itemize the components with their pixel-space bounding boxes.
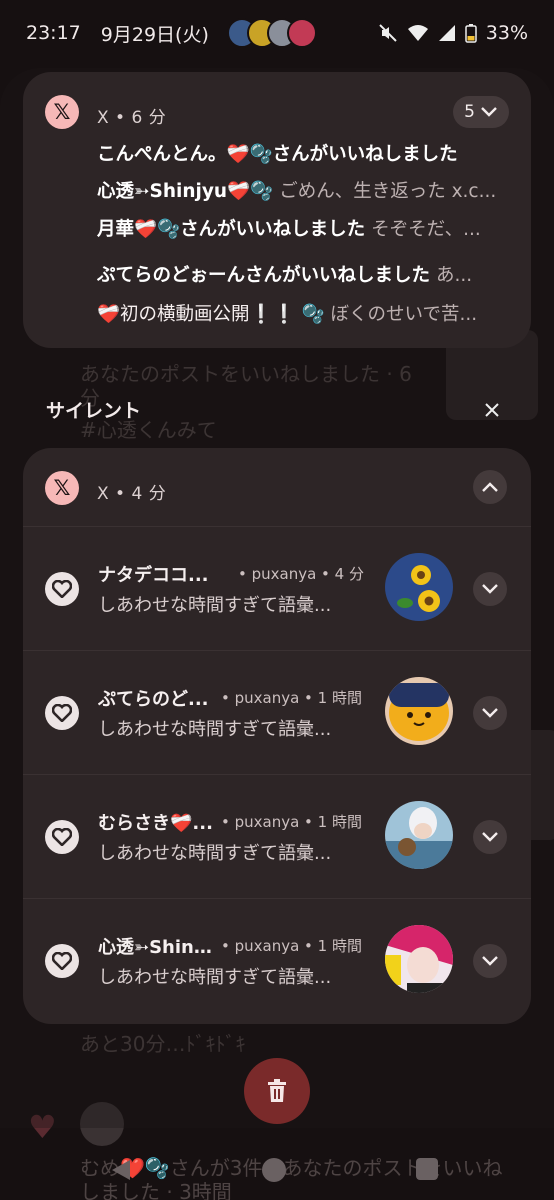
row-text: しあわせな時間すぎて語彙... <box>98 595 332 616</box>
avatar <box>385 677 453 745</box>
silent-notification-group-x[interactable]: 𝕏 X • 4 分 ナタデココ... • puxanya • 4 分 しあわせな… <box>23 448 531 1024</box>
chevron-down-icon <box>481 107 497 117</box>
home-button[interactable] <box>262 1158 286 1182</box>
chevron-down-icon <box>482 584 498 594</box>
x-app-icon: 𝕏 <box>45 95 79 129</box>
battery-percent: 33% <box>485 22 528 44</box>
bubble-emoji: 🫧 <box>250 181 274 202</box>
line-title: 心透➳Shinjyu <box>97 181 228 202</box>
line-title: ぷてらのどぉーんさんがいいねしました <box>97 265 431 286</box>
row-meta: • puxanya • 1 時間 <box>221 813 362 831</box>
row-meta: • puxanya • 1 時間 <box>221 689 362 707</box>
row-meta: • puxanya • 4 分 <box>238 565 364 583</box>
line-title: こんぺんとん。 <box>97 144 227 165</box>
mute-icon <box>378 23 398 43</box>
line-title-suffix: 初の横動画公開❕❕ <box>120 304 296 325</box>
line-preview: あ... <box>436 265 473 286</box>
chevron-down-icon <box>482 956 498 966</box>
chevron-up-icon <box>482 482 498 492</box>
battery-icon <box>465 23 477 43</box>
line-preview: ごめん、生き返った x.c... <box>279 181 497 202</box>
avatar <box>385 801 453 869</box>
expand-row-button[interactable] <box>473 572 507 606</box>
notification-count-expand[interactable]: 5 <box>453 96 509 128</box>
heart-icon <box>45 572 79 606</box>
chevron-down-icon <box>482 832 498 842</box>
navigation-bar <box>0 1150 554 1190</box>
row-text: しあわせな時間すぎて語彙... <box>98 967 332 988</box>
app-meta: X • 4 分 <box>97 484 167 504</box>
grouped-notification-line[interactable]: こんぺんとん。❤️‍🩹🫧さんがいいねしました <box>97 135 507 175</box>
heart-emoji: ❤️‍🩹 <box>226 144 250 165</box>
bubble-emoji: 🫧 <box>157 219 181 240</box>
count-label: 5 <box>464 102 475 122</box>
signal-icon <box>438 24 456 42</box>
row-text: しあわせな時間すぎて語彙... <box>98 719 332 740</box>
heart-emoji: ❤️‍🩹 <box>97 304 121 325</box>
notification-row[interactable]: ナタデココ... • puxanya • 4 分 しあわせな時間すぎて語彙... <box>23 526 531 650</box>
line-preview: 🫧 ぼくのせいで苦... <box>301 304 478 325</box>
status-avatars <box>226 18 317 48</box>
line-title-suffix: さんがいいねしました <box>180 219 366 240</box>
clear-all-button[interactable] <box>244 1058 310 1124</box>
chevron-down-icon <box>482 708 498 718</box>
heart-emoji: ❤️‍🩹 <box>227 181 251 202</box>
row-meta: • puxanya • 1 時間 <box>221 937 362 955</box>
grouped-notification-line[interactable]: 月華❤️‍🩹🫧さんがいいねしました そぞそだ、... <box>97 210 507 250</box>
grouped-notification-line[interactable]: ❤️‍🩹初の横動画公開❕❕ 🫧 ぼくのせいで苦... <box>97 295 507 335</box>
date: 9月29日(火) <box>100 23 209 46</box>
x-app-icon: 𝕏 <box>45 471 79 505</box>
trash-icon <box>268 1079 286 1102</box>
clock: 23:17 <box>26 22 81 44</box>
clear-silent-button[interactable] <box>480 398 504 422</box>
grouped-notification-line[interactable]: ぷてらのどぉーんさんがいいねしました あ... <box>97 256 507 296</box>
back-button[interactable] <box>110 1158 132 1186</box>
avatar <box>385 925 453 993</box>
heart-emoji: ❤️‍🩹 <box>134 219 158 240</box>
notification-row[interactable]: 心透➳Shinj... • puxanya • 1 時間 しあわせな時間すぎて語… <box>23 898 531 1022</box>
wifi-icon <box>407 24 429 42</box>
bubble-emoji: 🫧 <box>249 144 273 165</box>
recents-button[interactable] <box>416 1158 438 1180</box>
heart-icon <box>45 696 79 730</box>
row-title: ナタデココ... <box>98 565 209 586</box>
heart-icon <box>45 820 79 854</box>
collapse-group-button[interactable] <box>473 470 507 504</box>
line-title: 月華 <box>97 219 135 240</box>
heart-icon <box>45 944 79 978</box>
line-preview: そぞそだ、... <box>371 219 481 240</box>
expand-row-button[interactable] <box>473 696 507 730</box>
row-title: 心透➳Shinj... <box>98 937 218 958</box>
status-avatar <box>286 18 317 48</box>
row-title: ぷてらのど... <box>98 689 209 710</box>
app-meta: X • 6 分 <box>97 108 167 128</box>
expand-row-button[interactable] <box>473 944 507 978</box>
silent-section-header: サイレント <box>46 400 142 422</box>
close-icon <box>485 403 499 417</box>
notification-row[interactable]: ぷてらのど... • puxanya • 1 時間 しあわせな時間すぎて語彙..… <box>23 650 531 774</box>
grouped-notification-line[interactable]: 心透➳Shinjyu❤️‍🩹🫧 ごめん、生き返った x.c... <box>97 172 507 212</box>
row-text: しあわせな時間すぎて語彙... <box>98 843 332 864</box>
back-icon <box>112 1160 130 1180</box>
notification-group-x[interactable]: 𝕏 X • 6 分 5 こんぺんとん。❤️‍🩹🫧さんがいいねしました 心透➳Sh… <box>23 72 531 348</box>
row-title: むらさき❤️‍🩹... <box>98 813 213 834</box>
line-title-suffix: さんがいいねしました <box>272 144 458 165</box>
avatar <box>385 553 453 621</box>
expand-row-button[interactable] <box>473 820 507 854</box>
status-bar: 23:17 9月29日(火) 33% <box>0 0 554 66</box>
notification-row[interactable]: むらさき❤️‍🩹... • puxanya • 1 時間 しあわせな時間すぎて語… <box>23 774 531 898</box>
